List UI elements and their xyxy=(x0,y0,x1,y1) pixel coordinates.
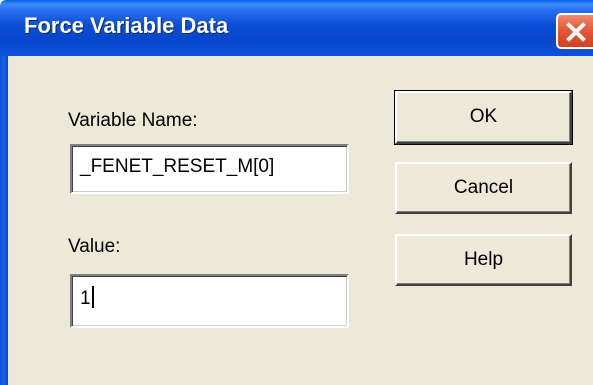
value-field[interactable]: 1 xyxy=(70,274,349,328)
help-button[interactable]: Help xyxy=(395,234,572,286)
variable-name-field[interactable]: _FENET_RESET_M[0] xyxy=(70,144,349,194)
dialog-body: Variable Name: _FENET_RESET_M[0] Value: … xyxy=(8,56,593,385)
help-button-label: Help xyxy=(463,249,504,270)
title-bar[interactable]: Force Variable Data xyxy=(0,0,593,56)
close-icon xyxy=(566,22,586,42)
window-border-left xyxy=(0,56,8,385)
close-button[interactable] xyxy=(556,13,593,49)
text-caret xyxy=(91,286,94,308)
value-field-text: 1 xyxy=(80,288,91,309)
variable-name-label: Variable Name: xyxy=(68,110,198,131)
cancel-button[interactable]: Cancel xyxy=(395,162,572,214)
value-label: Value: xyxy=(68,236,121,257)
cancel-button-label: Cancel xyxy=(453,177,514,198)
window-title: Force Variable Data xyxy=(24,13,229,38)
force-variable-dialog: Force Variable Data Variable Name: _FENE… xyxy=(0,0,593,385)
ok-button[interactable]: OK xyxy=(394,90,573,145)
variable-name-value: _FENET_RESET_M[0] xyxy=(80,156,275,177)
ok-button-label: OK xyxy=(469,106,498,127)
